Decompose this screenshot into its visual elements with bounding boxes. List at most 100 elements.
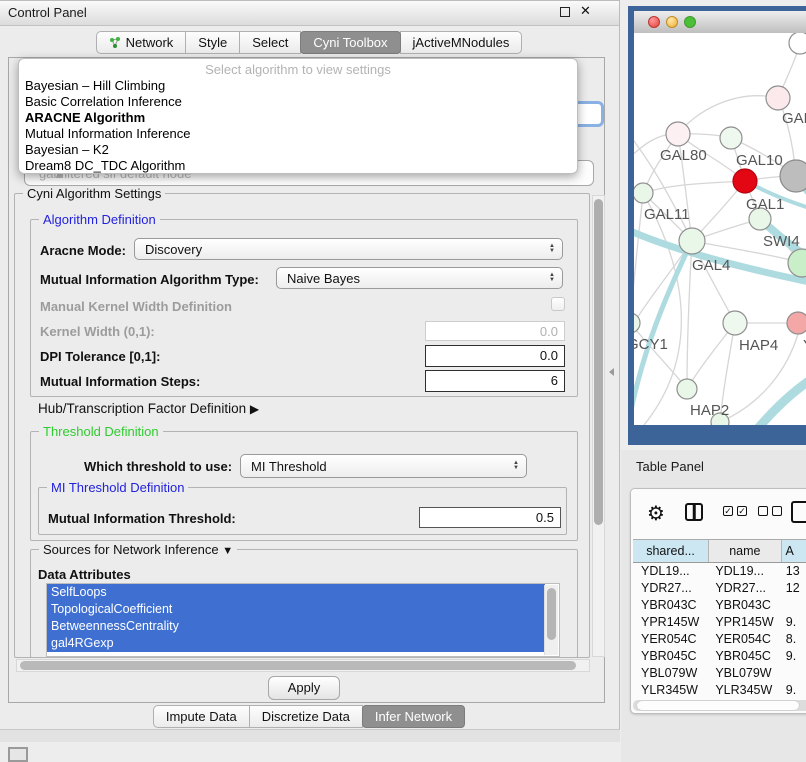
cell: YDL19... <box>709 563 781 580</box>
table-row[interactable]: YDL19...YDL19...13 <box>633 563 806 580</box>
list-item[interactable]: BetweennessCentrality <box>47 618 545 635</box>
show-columns-icon[interactable]: ✓✓ <box>723 506 747 516</box>
cell: 9. <box>782 682 806 699</box>
panel-splitter-collapse-arrow[interactable] <box>609 368 614 376</box>
document-icon[interactable] <box>791 501 806 523</box>
close-icon[interactable]: ✕ <box>580 3 591 19</box>
table-row[interactable]: YER054CYER054C8. <box>633 631 806 648</box>
settings-vscroll-thumb[interactable] <box>594 199 603 525</box>
hub-definition-section[interactable]: Hub/Transcription Factor Definition ▶ <box>38 401 259 416</box>
manual-kernel-checkbox[interactable] <box>551 297 565 311</box>
cell: YBR043C <box>709 597 781 614</box>
stepper-arrows-icon: ▲▼ <box>549 244 555 254</box>
table-row[interactable]: YLR345WYLR345W9. <box>633 682 806 699</box>
node-gray[interactable] <box>780 160 806 192</box>
node-label: GAL1 <box>746 196 784 213</box>
tab-jactivemnodules[interactable]: jActiveMNodules <box>400 31 523 54</box>
tab-label: Discretize Data <box>262 706 350 727</box>
table-hscroll-thumb[interactable] <box>637 701 799 710</box>
column-header-shared-name[interactable]: shared... <box>633 540 709 562</box>
minimize-traffic-light-icon[interactable] <box>666 16 678 28</box>
table-row[interactable]: YPR145WYPR145W9. <box>633 614 806 631</box>
cell: YER054C <box>709 631 781 648</box>
cell: 13 <box>782 563 806 580</box>
table-row[interactable]: YBL079WYBL079W <box>633 665 806 682</box>
zoom-traffic-light-icon[interactable] <box>684 16 696 28</box>
node-gal80[interactable] <box>666 122 690 146</box>
node-gal11[interactable] <box>634 183 653 203</box>
data-attributes-list: SelfLoops TopologicalCoefficient Between… <box>46 583 560 657</box>
list-item[interactable]: gal4RGexp <box>47 635 545 652</box>
column-header-partial[interactable]: A <box>782 540 806 562</box>
list-item[interactable]: TopologicalCoefficient <box>47 601 545 618</box>
dpi-tolerance-field[interactable]: 0.0 <box>425 345 565 367</box>
tab-impute-data[interactable]: Impute Data <box>153 705 250 728</box>
node-hap4[interactable] <box>723 311 747 335</box>
node-label: SWI4 <box>763 233 800 250</box>
cell: YLR345W <box>709 682 781 699</box>
hide-columns-icon[interactable] <box>758 506 782 516</box>
gear-icon[interactable]: ⚙ <box>647 501 665 526</box>
node-gal1[interactable] <box>733 169 757 193</box>
algorithm-option[interactable]: Mutual Information Inference <box>19 126 577 142</box>
table-row[interactable]: YBR043CYBR043C <box>633 597 806 614</box>
algorithm-option[interactable]: Bayesian – K2 <box>19 142 577 158</box>
cell: YBR045C <box>709 648 781 665</box>
tab-label: Cyni Toolbox <box>313 32 387 53</box>
tab-select[interactable]: Select <box>239 31 301 54</box>
mi-threshold-field[interactable]: 0.5 <box>419 507 561 528</box>
node-label: GAL11 <box>644 206 690 223</box>
collapse-triangle-icon[interactable]: ▶ <box>250 402 259 416</box>
apply-button[interactable]: Apply <box>268 676 340 700</box>
minimized-panel-icon[interactable] <box>8 747 28 762</box>
tab-cyni-toolbox[interactable]: Cyni Toolbox <box>300 31 400 54</box>
network-canvas[interactable]: GAL GAL80 GAL10 GAL1 GAL11 SWI4 GAL4 GCY… <box>634 33 806 425</box>
settings-group-title: Cyni Algorithm Settings <box>23 186 165 201</box>
table-horizontal-scrollbar[interactable] <box>633 700 806 711</box>
aracne-mode-label: Aracne Mode: <box>40 243 126 258</box>
tab-infer-network[interactable]: Infer Network <box>362 705 465 728</box>
cell: 8. <box>782 631 806 648</box>
tab-network[interactable]: Network <box>96 31 187 54</box>
list-scrollbar[interactable] <box>544 585 558 655</box>
algorithm-option[interactable]: Basic Correlation Inference <box>19 94 577 110</box>
settings-hscroll-thumb[interactable] <box>20 661 576 670</box>
algorithm-dropdown-popup: Select algorithm to view settings Bayesi… <box>18 58 578 174</box>
settings-vertical-scrollbar[interactable] <box>592 195 605 657</box>
node-hap2[interactable] <box>677 379 697 399</box>
aracne-mode-combobox[interactable]: Discovery ▲▼ <box>134 238 563 260</box>
algorithm-option[interactable]: Dream8 DC_TDC Algorithm <box>19 158 577 174</box>
close-traffic-light-icon[interactable] <box>648 16 660 28</box>
node-big-green[interactable] <box>788 249 806 277</box>
column-header-name[interactable]: name <box>709 540 781 562</box>
kernel-width-field[interactable]: 0.0 <box>425 321 565 341</box>
split-columns-icon[interactable] <box>685 503 703 521</box>
network-icon <box>109 37 122 49</box>
cell: YDR27... <box>633 580 709 597</box>
node-gal-partial[interactable] <box>766 86 790 110</box>
expand-triangle-icon[interactable]: ▼ <box>222 545 233 557</box>
mi-steps-field[interactable]: 6 <box>425 370 565 392</box>
cell: YDL19... <box>633 563 709 580</box>
which-threshold-combobox[interactable]: MI Threshold ▲▼ <box>240 454 527 478</box>
table-row[interactable]: YDR27...YDR27...12 <box>633 580 806 597</box>
list-scrollbar-thumb[interactable] <box>547 588 556 640</box>
float-window-icon[interactable] <box>560 7 570 17</box>
list-item[interactable]: SelfLoops <box>47 584 545 601</box>
algorithm-option[interactable]: Bayesian – Hill Climbing <box>19 78 577 94</box>
tab-style[interactable]: Style <box>185 31 240 54</box>
tab-discretize-data[interactable]: Discretize Data <box>249 705 363 728</box>
settings-horizontal-scrollbar[interactable] <box>16 659 590 672</box>
node-y-partial[interactable] <box>787 312 806 334</box>
table-panel-title: Table Panel <box>636 459 704 474</box>
table-row[interactable]: YBR045CYBR045C9. <box>633 648 806 665</box>
mi-type-combobox[interactable]: Naive Bayes ▲▼ <box>276 267 563 289</box>
network-view-window: GAL GAL80 GAL10 GAL1 GAL11 SWI4 GAL4 GCY… <box>628 6 806 445</box>
dropdown-prompt: Select algorithm to view settings <box>19 61 577 78</box>
node-gal4[interactable] <box>679 228 705 254</box>
node-unlabeled[interactable] <box>789 33 806 54</box>
stepper-arrows-icon: ▲▼ <box>549 273 555 283</box>
algorithm-option-selected[interactable]: ARACNE Algorithm <box>19 110 577 126</box>
node-gal10[interactable] <box>720 127 742 149</box>
cell: YLR345W <box>633 682 709 699</box>
